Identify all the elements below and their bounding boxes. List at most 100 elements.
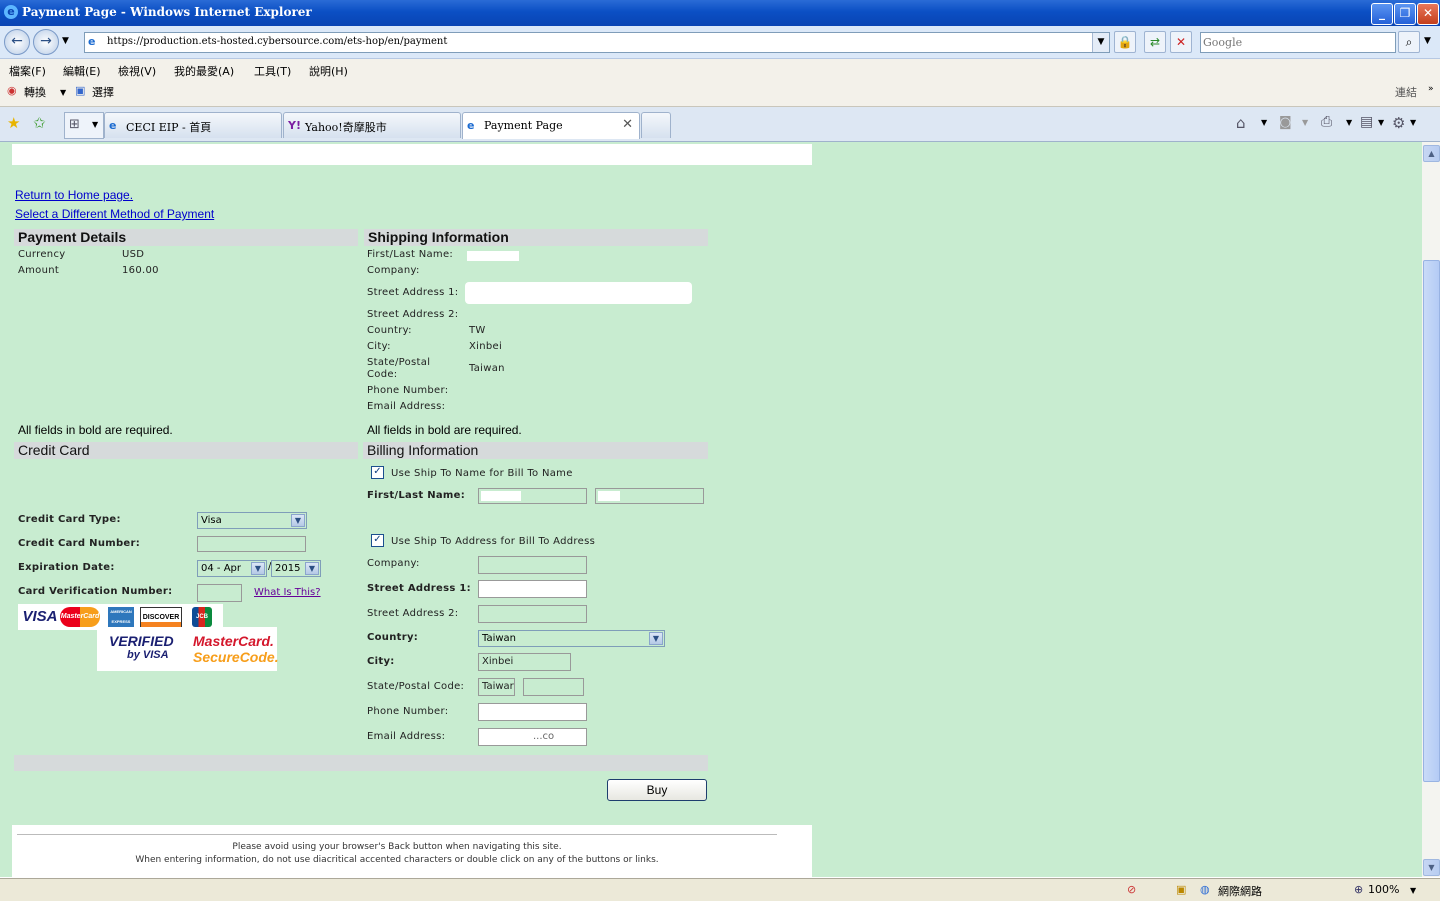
footer-note-1: Please avoid using your browser's Back b…: [232, 842, 562, 852]
home-icon[interactable]: ⌂: [1236, 114, 1246, 132]
required-note-right: All fields in bold are required.: [367, 423, 522, 437]
select-button[interactable]: 選擇: [92, 84, 114, 100]
zoom-level[interactable]: 100%: [1368, 883, 1399, 896]
bill-email-input[interactable]: ...co: [478, 728, 587, 746]
window-title: Payment Page - Windows Internet Explorer: [22, 5, 312, 19]
bill-street1-input[interactable]: [478, 580, 587, 598]
url-dropdown-icon[interactable]: ▼: [1092, 33, 1109, 52]
bill-postal-code-input[interactable]: [523, 678, 584, 696]
convert-button[interactable]: 轉換: [24, 84, 46, 100]
search-icon[interactable]: ⌕: [1398, 31, 1420, 53]
exp-year-select[interactable]: 2015 ▼: [271, 560, 321, 577]
verified-by-visa-logo: VERIFIED: [109, 633, 174, 649]
expiration-label: Expiration Date:: [18, 562, 115, 573]
tab-ceci-eip[interactable]: e CECI EIP - 首頁: [104, 112, 282, 138]
what-is-this-link[interactable]: What Is This?: [254, 587, 321, 598]
add-favorite-icon[interactable]: ✩: [33, 114, 46, 132]
page-dropdown-icon[interactable]: ▼: [1378, 118, 1384, 127]
protected-mode-icon[interactable]: ▣: [1176, 883, 1186, 896]
close-window-button[interactable]: ✕: [1417, 3, 1439, 25]
new-tab-button[interactable]: [641, 112, 671, 138]
popup-blocker-icon[interactable]: ⊘: [1127, 883, 1136, 896]
menu-edit[interactable]: 編輯(E): [63, 63, 101, 79]
menu-tools[interactable]: 工具(T): [254, 63, 291, 79]
internet-zone-icon: ◍: [1200, 883, 1210, 896]
ie-page-icon: e: [467, 119, 475, 132]
mastercard-logo-icon: MasterCard: [60, 607, 100, 627]
vertical-scrollbar[interactable]: ▲ ▼: [1422, 142, 1440, 877]
bill-street2-input[interactable]: [478, 605, 587, 623]
bill-company-label: Company:: [367, 558, 420, 569]
forward-button[interactable]: →: [33, 29, 59, 55]
search-options-icon[interactable]: ▼: [1424, 36, 1431, 46]
ship-state-label-1: State/Postal: [367, 357, 431, 368]
scroll-down-icon[interactable]: ▼: [1423, 859, 1440, 876]
scroll-thumb[interactable]: [1423, 260, 1440, 782]
use-ship-address-checkbox[interactable]: ✓: [371, 534, 384, 547]
back-button[interactable]: ←: [4, 29, 30, 55]
tools-gear-icon[interactable]: ⚙: [1392, 114, 1405, 132]
zoom-dropdown-icon[interactable]: ▼: [1410, 886, 1416, 895]
convert-dropdown-icon[interactable]: ▼: [60, 88, 66, 97]
mastercard-securecode-sub: SecureCode.: [193, 649, 279, 665]
bill-city-input[interactable]: Xinbei: [478, 653, 571, 671]
tab-payment-page[interactable]: e Payment Page ✕: [462, 112, 640, 139]
bill-last-name-input[interactable]: [595, 488, 704, 504]
tab-yahoo-stock[interactable]: Y! Yahoo!奇摩股市: [283, 112, 461, 138]
minimize-button[interactable]: _: [1371, 3, 1393, 25]
print-dropdown-icon[interactable]: ▼: [1346, 118, 1352, 127]
return-home-link[interactable]: Return to Home page.: [15, 188, 133, 202]
links-label[interactable]: 連結: [1395, 84, 1417, 100]
use-ship-name-checkbox[interactable]: ✓: [371, 466, 384, 479]
menu-file[interactable]: 檔案(F): [9, 63, 46, 79]
buy-button[interactable]: Buy: [607, 779, 707, 801]
card-type-select[interactable]: Visa ▼: [197, 512, 307, 529]
bill-phone-input[interactable]: [478, 703, 587, 721]
cvn-input[interactable]: [197, 584, 242, 602]
mastercard-securecode-logo: MasterCard.: [193, 633, 274, 649]
bill-first-name-input[interactable]: [478, 488, 587, 504]
menu-help[interactable]: 說明(H): [309, 63, 348, 79]
print-icon[interactable]: ⎙: [1321, 114, 1332, 130]
exp-month-select[interactable]: 04 - Apr ▼: [197, 560, 267, 577]
feeds-dropdown-icon[interactable]: ▼: [1302, 118, 1308, 127]
scroll-up-icon[interactable]: ▲: [1423, 145, 1440, 162]
ship-state-label-2: Code:: [367, 369, 398, 380]
menu-favorites[interactable]: 我的最愛(A): [174, 63, 234, 79]
tab-list-dropdown-icon[interactable]: ▼: [92, 120, 98, 129]
history-dropdown-icon[interactable]: ▼: [62, 36, 69, 46]
search-input[interactable]: [1201, 33, 1390, 52]
card-number-input[interactable]: [197, 536, 306, 552]
home-dropdown-icon[interactable]: ▼: [1261, 118, 1267, 127]
bill-company-input[interactable]: [478, 556, 587, 574]
zoom-icon[interactable]: ⊕: [1354, 883, 1363, 896]
ship-email-label: Email Address:: [367, 401, 446, 412]
use-ship-name-label: Use Ship To Name for Bill To Name: [391, 468, 573, 479]
feeds-icon[interactable]: ◙: [1279, 115, 1292, 130]
page-menu-icon[interactable]: ▤: [1360, 114, 1373, 130]
tab-label: Yahoo!奇摩股市: [305, 121, 387, 134]
links-expand-icon[interactable]: »: [1428, 84, 1434, 94]
exp-month-value: 04 - Apr: [201, 563, 241, 574]
billing-info-heading: Billing Information: [363, 442, 708, 459]
bill-state-input[interactable]: Taiwar: [478, 678, 515, 696]
bill-country-select[interactable]: Taiwan ▼: [478, 630, 665, 647]
status-bar: ⊘ ▣ ◍ 網際網路 ⊕ 100% ▼: [0, 878, 1440, 901]
amount-value: 160.00: [122, 265, 159, 276]
select-icon: ▣: [75, 84, 86, 97]
tools-dropdown-icon[interactable]: ▼: [1410, 118, 1416, 127]
search-box[interactable]: [1200, 32, 1396, 53]
ship-phone-label: Phone Number:: [367, 385, 449, 396]
menu-view[interactable]: 檢視(V): [118, 63, 156, 79]
different-payment-method-link[interactable]: Select a Different Method of Payment: [15, 207, 214, 221]
refresh-button[interactable]: ⇄: [1144, 31, 1166, 53]
security-lock-icon[interactable]: 🔒: [1114, 31, 1136, 53]
favorites-star-icon[interactable]: ★: [7, 114, 20, 132]
bill-country-label: Country:: [367, 632, 419, 643]
ship-street1-label: Street Address 1:: [367, 287, 459, 298]
restore-button[interactable]: ❐: [1394, 3, 1416, 25]
quick-tabs-button[interactable]: ⊞ ▼: [64, 112, 104, 139]
close-tab-icon[interactable]: ✕: [622, 117, 633, 132]
stop-button[interactable]: ✕: [1170, 31, 1192, 53]
address-field[interactable]: e https://production.ets-hosted.cybersou…: [84, 32, 1110, 53]
